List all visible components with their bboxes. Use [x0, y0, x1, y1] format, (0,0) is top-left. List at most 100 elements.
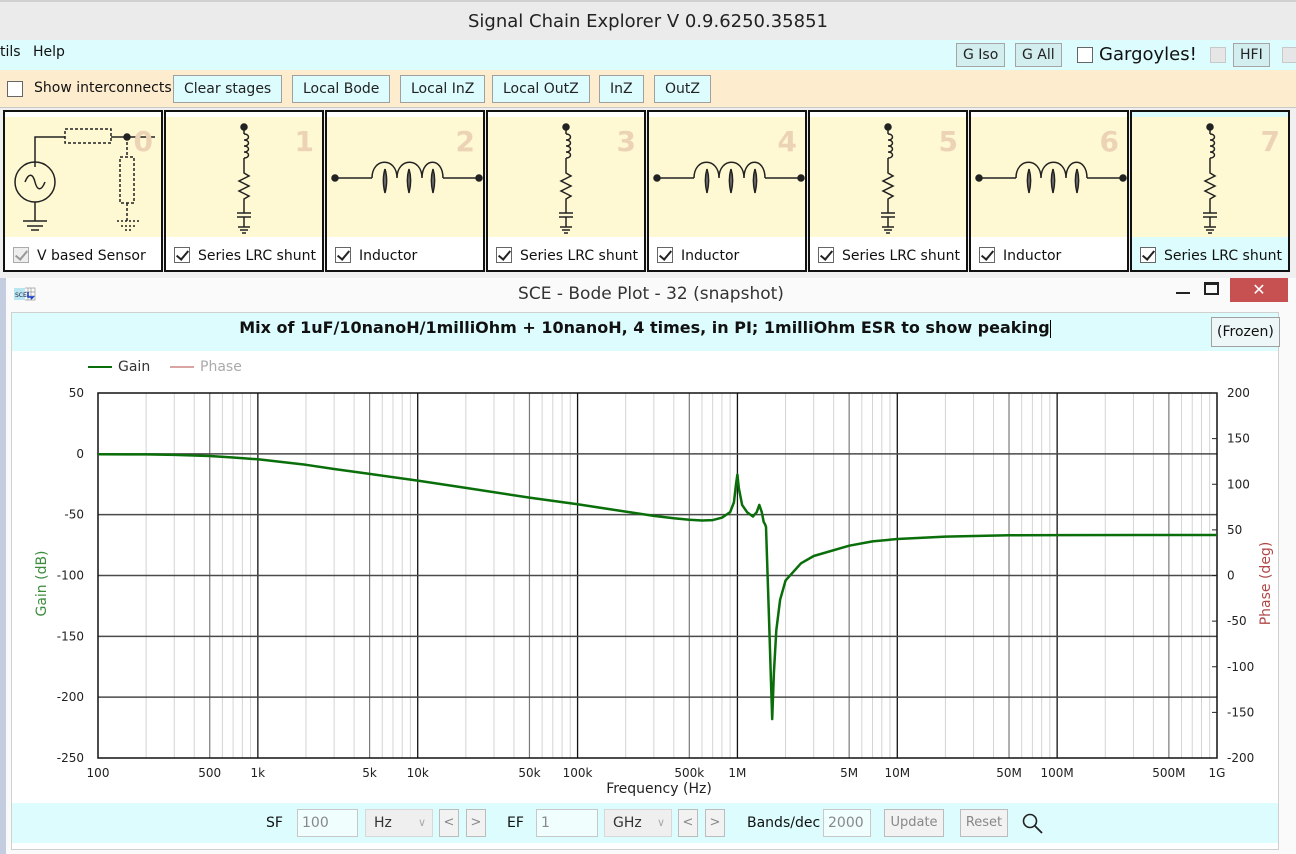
extra-checkbox[interactable] [1282, 47, 1296, 63]
y-tick-label: -200 [57, 690, 84, 704]
y-axis-label: Gain (dB) [34, 550, 50, 616]
y2-tick-label: -100 [1227, 660, 1254, 674]
stage-enable-checkbox[interactable] [174, 246, 190, 263]
sf-increase-button[interactable]: > [466, 809, 486, 837]
x-tick-label: 50M [996, 766, 1022, 780]
frequency-controls: SF 100 Hz ∨ < > EF 1 GHz ∨ < > Bands/dec 2… [12, 803, 1278, 843]
stage-enable-checkbox[interactable] [496, 246, 512, 263]
stage-index: 5 [938, 125, 958, 158]
local-bode-button[interactable]: Local Bode [292, 75, 391, 103]
stage-card-6[interactable]: 6 Inductor [969, 110, 1129, 272]
show-interconnects-checkbox[interactable] [7, 81, 23, 97]
y2-axis-label: Phase (deg) [1258, 542, 1274, 626]
app-title: Signal Chain Explorer V 0.9.6250.35851 [468, 11, 828, 32]
minimize-icon[interactable] [1176, 292, 1190, 294]
x-axis-label: Frequency (Hz) [606, 781, 712, 797]
stage-diagram: 1 [166, 117, 322, 237]
stage-index: 1 [294, 125, 314, 158]
stage-card-5[interactable]: 5 Series LRC shunt [808, 110, 968, 272]
stage-index: 7 [1260, 125, 1280, 158]
y2-tick-label: 0 [1227, 569, 1235, 583]
local-outz-button[interactable]: Local OutZ [492, 75, 590, 103]
stage-toolbar: Show interconnects Clear stages Local Bo… [0, 70, 1296, 108]
ef-input[interactable]: 1 [536, 809, 598, 837]
menu-bar: tils Help G Iso G All Gargoyles! HFI [0, 40, 1296, 70]
stage-card-7[interactable]: 7 Series LRC shunt [1130, 110, 1290, 272]
reset-button[interactable]: Reset [960, 809, 1008, 837]
gargoyles-checkbox[interactable] [1077, 47, 1093, 63]
ef-decrease-button[interactable]: < [678, 809, 698, 837]
stage-label: V based Sensor [37, 248, 146, 264]
outz-button[interactable]: OutZ [654, 75, 711, 103]
stage-enable-checkbox[interactable] [657, 246, 673, 263]
stage-label: Series LRC shunt [520, 248, 638, 264]
menu-item-tools[interactable]: tils [0, 44, 21, 60]
g-iso-button[interactable]: G Iso [956, 43, 1006, 67]
bands-per-decade-input[interactable]: 2000 [823, 809, 871, 837]
stage-diagram: 0 [5, 117, 161, 237]
hidden-checkbox[interactable] [1210, 47, 1226, 63]
x-tick-label: 1k [251, 766, 266, 780]
sf-label: SF [266, 815, 283, 831]
stage-diagram: 2 [327, 117, 483, 237]
gain-series-line [97, 452, 1218, 721]
stage-card-4[interactable]: 4 Inductor [647, 110, 807, 272]
major-grid [98, 393, 1217, 758]
show-interconnects-label: Show interconnects [34, 80, 172, 96]
plot-description-bar: Mix of 1uF/10nanoH/1milliOhm + 10nanoH, … [12, 313, 1280, 351]
update-button[interactable]: Update [884, 809, 944, 837]
x-tick-label: 5k [362, 766, 377, 780]
plot-description[interactable]: Mix of 1uF/10nanoH/1milliOhm + 10nanoH, … [239, 318, 1050, 337]
stage-enable-checkbox[interactable] [1140, 246, 1156, 263]
close-button[interactable]: ✕ [1230, 278, 1288, 302]
y2-tick-label: 50 [1227, 523, 1242, 537]
sf-decrease-button[interactable]: < [439, 809, 459, 837]
chevron-down-icon: ∨ [417, 816, 426, 829]
hfi-button[interactable]: HFI [1233, 43, 1270, 67]
gain-axis: 50 0 -50 -100 -150 -200 -250 [57, 386, 84, 765]
stage-label: Inductor [359, 248, 418, 264]
ef-unit-select[interactable]: GHz ∨ [604, 809, 672, 837]
x-tick-label: 500k [674, 766, 704, 780]
x-tick-label: 5M [840, 766, 858, 780]
stage-enable-checkbox[interactable] [979, 246, 995, 263]
stage-diagram: 3 [488, 117, 644, 237]
local-inz-button[interactable]: Local InZ [400, 75, 486, 103]
magnifier-icon[interactable] [1022, 813, 1044, 835]
x-tick-label: 1M [728, 766, 746, 780]
stage-index: 4 [777, 125, 797, 158]
stage-card-0[interactable]: 0 V based Sensor [3, 110, 163, 272]
x-tick-label: 500M [1152, 766, 1185, 780]
stage-enable-checkbox[interactable] [818, 246, 834, 263]
sf-unit-select[interactable]: Hz ∨ [365, 809, 433, 837]
stage-card-3[interactable]: 3 Series LRC shunt [486, 110, 646, 272]
stage-index: 2 [455, 125, 475, 158]
frozen-button[interactable]: (Frozen) [1211, 317, 1280, 347]
stage-card-1[interactable]: 1 Series LRC shunt [164, 110, 324, 272]
x-tick-label: 50k [518, 766, 540, 780]
ef-label: EF [507, 815, 524, 831]
bode-panel: Mix of 1uF/10nanoH/1milliOhm + 10nanoH, … [11, 312, 1280, 850]
maximize-icon[interactable] [1204, 282, 1219, 295]
frequency-axis: 100 500 1k 5k 10k 50k 100k 500k 1M 5M 10M 50M 100M 50… [87, 766, 1226, 780]
chevron-down-icon: ∨ [656, 816, 665, 829]
stage-card-2[interactable]: 2 Inductor [325, 110, 485, 272]
ef-increase-button[interactable]: > [705, 809, 725, 837]
x-tick-label: 10M [884, 766, 910, 780]
y-tick-label: -250 [57, 751, 84, 765]
stage-diagram: 6 [971, 117, 1127, 237]
clear-stages-button[interactable]: Clear stages [173, 75, 283, 103]
bands-per-decade-label: Bands/dec [747, 815, 821, 831]
stage-enable-checkbox[interactable] [335, 246, 351, 263]
app-title-bar: Signal Chain Explorer V 0.9.6250.35851 [0, 0, 1296, 40]
menu-item-help[interactable]: Help [33, 44, 65, 60]
y-tick-label: -100 [57, 569, 84, 583]
inz-button[interactable]: InZ [599, 75, 644, 103]
stage-index: 6 [1099, 125, 1119, 158]
x-tick-label: 1G [1209, 766, 1226, 780]
stage-enable-checkbox[interactable] [13, 246, 29, 263]
g-all-button[interactable]: G All [1015, 43, 1062, 67]
gargoyles-label: Gargoyles! [1099, 44, 1197, 65]
bode-chart[interactable]: 500-50-100-150-200-250 200150100500-50-1… [12, 353, 1278, 803]
sf-input[interactable]: 100 [297, 809, 358, 837]
